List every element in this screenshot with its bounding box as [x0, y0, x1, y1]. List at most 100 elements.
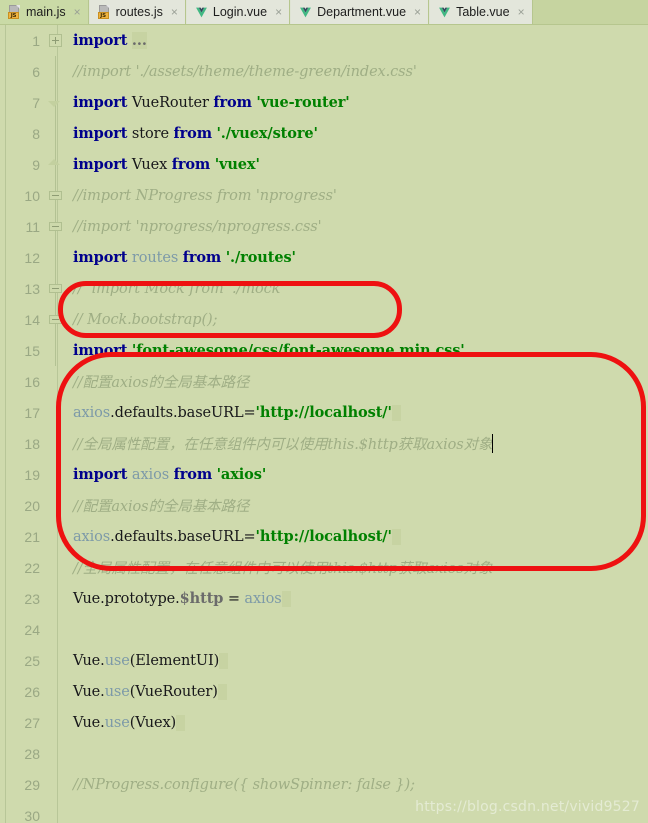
js-file-icon: JS	[8, 5, 21, 19]
code-row[interactable]: 9 import Vuex from 'vuex'	[0, 149, 648, 180]
close-icon[interactable]: ×	[74, 6, 81, 18]
line-number: 7	[32, 94, 40, 111]
tab-label: main.js	[26, 4, 66, 19]
code-text: import routes from './routes'	[73, 249, 296, 266]
code-text: Vue.use(ElementUI)	[66, 652, 648, 669]
code-text: axios.defaults.baseURL='http://localhost…	[66, 404, 648, 421]
tab-label: Login.vue	[212, 4, 268, 19]
code-row[interactable]: 26 Vue.use(VueRouter)	[0, 676, 648, 707]
fold-box-icon[interactable]	[46, 273, 66, 304]
line-number: 21	[24, 528, 40, 545]
fold-none	[46, 521, 66, 552]
line-number: 12	[24, 249, 40, 266]
line-number: 28	[24, 745, 40, 762]
line-number: 26	[24, 683, 40, 700]
code-row[interactable]: 1 import ...	[0, 25, 648, 56]
tab-routes-js[interactable]: JS routes.js ×	[88, 0, 186, 24]
tab-label: Table.vue	[456, 4, 510, 19]
tab-login-vue[interactable]: Login.vue ×	[185, 0, 291, 24]
comment-text: //全局属性配置，在任意组件内可以使用this.$http获取axios对象	[73, 437, 493, 453]
code-row[interactable]: 29 //NProgress.configure({ showSpinner: …	[0, 769, 648, 800]
code-row[interactable]: 7 import VueRouter from 'vue-router'	[0, 87, 648, 118]
code-row[interactable]: 14 // Mock.bootstrap();	[0, 304, 648, 335]
code-text: // Mock.bootstrap();	[73, 311, 218, 328]
fold-none	[46, 614, 66, 645]
fold-expand-icon[interactable]	[46, 149, 66, 180]
code-row[interactable]: 20 //配置axios的全局基本路径	[0, 490, 648, 521]
code-text: //import NProgress from 'nprogress'	[73, 187, 337, 204]
code-row[interactable]: 11 //import 'nprogress/nprogress.css'	[0, 211, 648, 242]
vue-file-icon	[195, 7, 207, 17]
code-text: Vue.prototype.$http = axios	[66, 590, 648, 607]
ide-window: JS main.js × JS routes.js × Login.vue ×	[0, 0, 648, 823]
code-row[interactable]: 6 //import './assets/theme/theme-green/i…	[0, 56, 648, 87]
code-row[interactable]: 10 //import NProgress from 'nprogress'	[0, 180, 648, 211]
watermark-text: https://blog.csdn.net/vivid9527	[415, 799, 640, 815]
fold-none	[46, 800, 66, 823]
fold-none	[46, 490, 66, 521]
code-row[interactable]: 23 Vue.prototype.$http = axios	[0, 583, 648, 614]
fold-stem	[46, 118, 66, 149]
close-icon[interactable]: ×	[518, 6, 525, 18]
tab-table-vue[interactable]: Table.vue ×	[429, 0, 533, 24]
fold-box-icon[interactable]	[46, 211, 66, 242]
code-row[interactable]: 24	[0, 614, 648, 645]
tab-label: routes.js	[115, 4, 163, 19]
code-row[interactable]: 13 // import Mock from './mock'	[0, 273, 648, 304]
line-number: 22	[24, 559, 40, 576]
fold-plus-icon[interactable]	[46, 25, 66, 56]
code-row[interactable]: 19 import axios from 'axios'	[0, 459, 648, 490]
tab-main-js[interactable]: JS main.js ×	[0, 0, 89, 24]
code-text: import 'font-awesome/css/font-awesome.mi…	[73, 342, 465, 359]
line-number: 13	[24, 280, 40, 297]
code-text: //全局属性配置，在任意组件内可以使用this.$http获取axios对象	[66, 433, 648, 454]
fold-stem	[46, 56, 66, 87]
fold-box-icon[interactable]	[46, 304, 66, 335]
line-number: 10	[24, 187, 40, 204]
line-number: 19	[24, 466, 40, 483]
code-row[interactable]: 22 //全局属性配置，在任意组件内可以使用this.$http获取axios对…	[0, 552, 648, 583]
fold-none	[46, 552, 66, 583]
code-text: import store from './vuex/store'	[73, 125, 318, 142]
line-number: 15	[24, 342, 40, 359]
code-row[interactable]: 17 axios.defaults.baseURL='http://localh…	[0, 397, 648, 428]
fold-collapse-icon[interactable]	[46, 87, 66, 118]
code-text: //import 'nprogress/nprogress.css'	[73, 218, 322, 235]
code-row[interactable]: 12 import routes from './routes'	[0, 242, 648, 273]
code-row[interactable]: 15 import 'font-awesome/css/font-awesome…	[0, 335, 648, 366]
line-number: 23	[24, 590, 40, 607]
tab-department-vue[interactable]: Department.vue ×	[290, 0, 430, 24]
fold-box-icon[interactable]	[46, 180, 66, 211]
code-text: import Vuex from 'vuex'	[73, 156, 260, 173]
code-text: Vue.use(VueRouter)	[66, 683, 648, 700]
code-text: //import './assets/theme/theme-green/ind…	[73, 63, 417, 80]
code-row[interactable]: 27 Vue.use(Vuex)	[0, 707, 648, 738]
close-icon[interactable]: ×	[275, 6, 282, 18]
tab-bar-empty-space	[532, 0, 648, 24]
text-cursor	[492, 434, 494, 453]
vue-file-icon	[300, 7, 312, 17]
code-row[interactable]: 28	[0, 738, 648, 769]
line-number: 24	[24, 621, 40, 638]
code-editor[interactable]: 1 import ... 6 //import './assets/theme/…	[0, 25, 648, 823]
line-number: 9	[32, 156, 40, 173]
fold-stem	[46, 242, 66, 273]
line-number: 6	[32, 63, 40, 80]
line-number: 20	[24, 497, 40, 514]
vue-file-icon	[439, 7, 450, 17]
code-row[interactable]: 8 import store from './vuex/store'	[0, 118, 648, 149]
code-text: //全局属性配置，在任意组件内可以使用this.$http获取axios对象	[73, 561, 493, 577]
code-row[interactable]: 25 Vue.use(ElementUI)	[0, 645, 648, 676]
fold-none	[46, 769, 66, 800]
line-number: 17	[24, 404, 40, 421]
close-icon[interactable]: ×	[414, 6, 421, 18]
code-row[interactable]: 18 //全局属性配置，在任意组件内可以使用this.$http获取axios对…	[0, 428, 648, 459]
code-row[interactable]: 21 axios.defaults.baseURL='http://localh…	[0, 521, 648, 552]
editor-tab-bar: JS main.js × JS routes.js × Login.vue ×	[0, 0, 648, 25]
code-text: import VueRouter from 'vue-router'	[73, 94, 350, 111]
line-number: 16	[24, 373, 40, 390]
code-row[interactable]: 16 //配置axios的全局基本路径	[0, 366, 648, 397]
fold-none	[46, 738, 66, 769]
close-icon[interactable]: ×	[171, 6, 178, 18]
code-text: //配置axios的全局基本路径	[73, 375, 250, 391]
